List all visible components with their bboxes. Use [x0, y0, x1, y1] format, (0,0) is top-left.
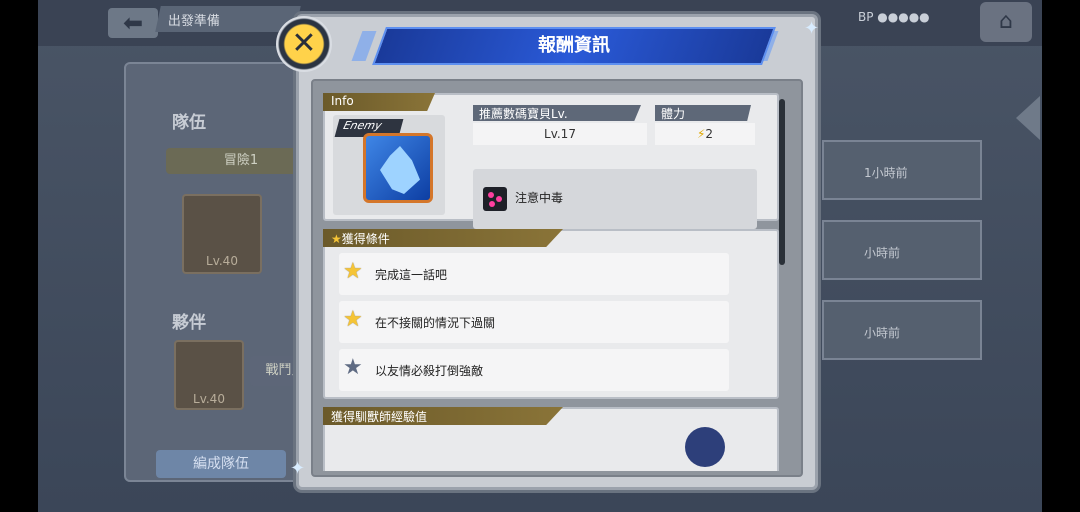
partner-card[interactable]: Lv.40 — [174, 340, 244, 410]
enemy-digimon-icon[interactable] — [363, 133, 433, 203]
modal-title: 報酬資訊 — [538, 35, 610, 56]
right-letterbox — [1042, 0, 1080, 512]
close-icon[interactable]: ✕ — [276, 16, 332, 72]
recommend-level-value: Lv.17 — [473, 123, 647, 145]
gold-star-icon: ★ — [343, 259, 363, 284]
scrollbar[interactable] — [779, 99, 785, 265]
form-team-button[interactable]: 編成隊伍 — [156, 450, 286, 478]
enemy-box: Enemy — [333, 115, 445, 215]
reward-info-modal: 報酬資訊 Info Enemy 推薦數碼寶貝Lv. Lv.17 體力 ⚡2 注意… — [296, 14, 818, 490]
poison-icon — [483, 187, 507, 211]
home-icon[interactable]: ⌂ — [980, 2, 1032, 42]
back-arrow-icon[interactable]: ⬅ — [108, 8, 158, 38]
info-section: Info Enemy 推薦數碼寶貝Lv. Lv.17 體力 ⚡2 注意中毒 — [323, 93, 779, 229]
header-stripe — [351, 31, 377, 61]
stamina-value-row: ⚡2 — [655, 123, 755, 145]
sparkle-icon: ✦ — [804, 18, 820, 39]
mission-item[interactable]: 小時前 — [822, 220, 982, 280]
left-letterbox — [0, 0, 38, 512]
stamina-value: 2 — [705, 127, 714, 141]
info-tag: Info — [323, 93, 435, 111]
modal-body: Info Enemy 推薦數碼寶貝Lv. Lv.17 體力 ⚡2 注意中毒 ★獲… — [311, 79, 803, 477]
trainer-exp-section: 獲得馴獸師經驗值 — [323, 407, 779, 471]
modal-header: 報酬資訊 — [372, 27, 776, 65]
team-label: 隊伍 — [172, 113, 206, 133]
mission-list: 1小時前 小時前 小時前 — [822, 90, 982, 420]
conditions-tag: ★獲得條件 — [323, 229, 563, 247]
warning-text: 注意中毒 — [515, 191, 564, 205]
bp-indicator: BP ●●●●● — [858, 10, 930, 24]
team-tab[interactable]: 冒險1 — [166, 148, 316, 174]
mission-item[interactable]: 1小時前 — [822, 140, 982, 200]
star-icon: ★ — [331, 232, 342, 246]
warning-box: 注意中毒 — [473, 169, 757, 229]
conditions-section: ★獲得條件 ★ 完成這一話吧 ★ 在不接關的情況下過關 ★ 以友情必殺打倒強敵 — [323, 229, 779, 399]
modal-scroll-area[interactable]: Info Enemy 推薦數碼寶貝Lv. Lv.17 體力 ⚡2 注意中毒 ★獲… — [323, 89, 779, 471]
grey-star-icon: ★ — [343, 355, 363, 380]
condition-item: ★ 在不接關的情況下過關 — [339, 301, 729, 343]
right-arrow-icon[interactable] — [1016, 96, 1040, 140]
exp-badge-icon — [685, 427, 725, 467]
sparkle-icon: ✦ — [290, 458, 306, 479]
trainer-exp-tag: 獲得馴獸師經驗值 — [323, 407, 563, 425]
stamina-label: 體力 — [655, 105, 751, 121]
mission-item[interactable]: 小時前 — [822, 300, 982, 360]
gold-star-icon: ★ — [343, 307, 363, 332]
digimon-card[interactable]: Lv.40 — [182, 194, 262, 274]
partner-label: 夥伴 — [172, 313, 206, 333]
recommend-level-label: 推薦數碼寶貝Lv. — [473, 105, 641, 121]
condition-item: ★ 完成這一話吧 — [339, 253, 729, 295]
condition-item: ★ 以友情必殺打倒強敵 — [339, 349, 729, 391]
screen-title: 出發準備 — [155, 6, 301, 32]
